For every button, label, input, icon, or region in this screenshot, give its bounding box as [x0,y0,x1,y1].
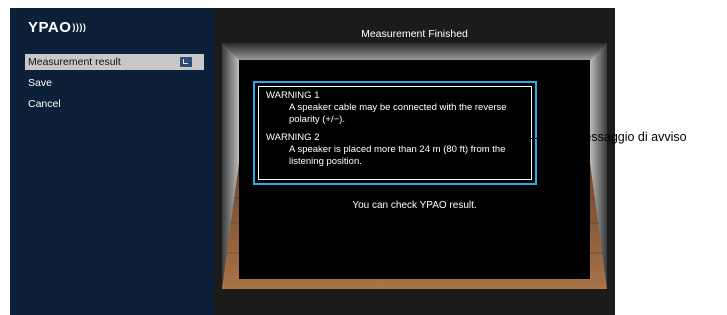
sidebar: YPAO)))) Measurement result Save Cancel [10,8,214,315]
ypao-logo: YPAO)))) [28,19,86,36]
page-title: Measurement Finished [361,28,468,40]
ypao-screen: YPAO)))) Measurement result Save Cancel … [10,8,615,315]
room-illustration: WARNING 1 A speaker cable may be connect… [222,43,607,289]
warning-title: WARNING 2 [266,132,320,143]
logo-text: YPAO [28,19,72,36]
menu-item-save[interactable]: Save [25,75,204,91]
result-hint: You can check YPAO result. [352,200,477,211]
warning-text-line: polarity (+/−). [289,114,345,125]
menu-item-label: Save [28,77,52,89]
warning-message-box: WARNING 1 A speaker cable may be connect… [253,81,537,185]
callout-label: Messaggio di avviso [574,130,687,144]
menu: Measurement result Save Cancel [25,54,204,117]
warning-list: WARNING 1 A speaker cable may be connect… [258,86,532,180]
menu-item-label: Cancel [28,98,61,110]
menu-item-measurement-result[interactable]: Measurement result [25,54,204,70]
warning-text: A speaker cable may be connected with th… [266,102,524,126]
content-panel: WARNING 1 A speaker cable may be connect… [239,60,590,279]
warning-text-line: listening position. [289,156,362,167]
warning-title: WARNING 1 [266,90,320,101]
warning-text: A speaker is placed more than 24 m (80 f… [266,144,524,168]
main-panel: Measurement Finished WARNING 1 A speaker… [214,8,615,315]
menu-item-label: Measurement result [28,56,121,68]
callout-line [511,138,572,139]
menu-item-cancel[interactable]: Cancel [25,96,204,112]
warning-text-line: A speaker is placed more than 24 m (80 f… [289,144,506,155]
return-arrow-icon [180,57,192,67]
logo-mark: )))) [72,22,87,32]
warning-text-line: A speaker cable may be connected with th… [289,102,507,113]
